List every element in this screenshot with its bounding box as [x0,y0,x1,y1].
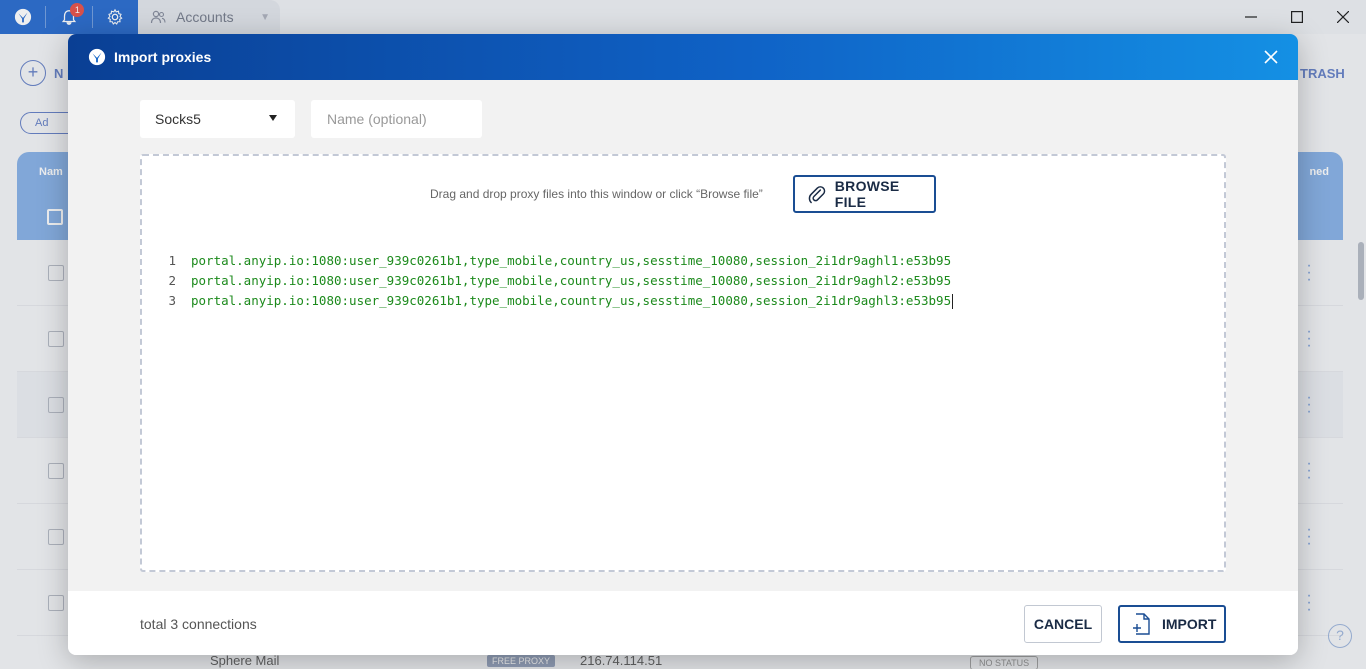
browse-file-label: BROWSE FILE [834,178,900,210]
dropdown-arrow-icon [269,115,277,121]
editor-line: 1 portal.anyip.io:1080:user_939c0261b1,ty… [142,251,1222,271]
line-text: portal.anyip.io:1080:user_939c0261b1,typ… [191,273,952,288]
total-connections-text: total 3 connections [140,616,257,632]
proxy-type-value: Socks5 [155,111,201,127]
browse-file-button[interactable]: BROWSE FILE [793,175,936,213]
file-plus-icon [1133,613,1150,635]
proxy-dropzone[interactable]: Drag and drop proxy files into this wind… [140,154,1226,572]
import-button[interactable]: IMPORT [1118,605,1226,643]
line-number: 1 [168,253,176,268]
import-label: IMPORT [1162,616,1217,632]
drop-hint-text: Drag and drop proxy files into this wind… [430,187,763,201]
proxy-text-editor[interactable]: 1 portal.anyip.io:1080:user_939c0261b1,ty… [142,251,1222,311]
line-text: portal.anyip.io:1080:user_939c0261b1,typ… [191,293,952,308]
app-logo-icon [88,48,106,66]
cancel-button[interactable]: CANCEL [1024,605,1102,643]
import-proxies-dialog: Import proxies Socks5 Drag and drop prox… [68,34,1298,655]
line-number: 2 [168,273,176,288]
dialog-footer: total 3 connections CANCEL IMPORT [68,591,1298,655]
editor-line: 3 portal.anyip.io:1080:user_939c0261b1,ty… [142,291,1222,311]
text-cursor [952,294,954,309]
dialog-title: Import proxies [114,49,212,65]
dialog-header: Import proxies [68,34,1298,80]
editor-line: 2 portal.anyip.io:1080:user_939c0261b1,ty… [142,271,1222,291]
paperclip-icon [808,186,826,204]
proxy-name-input[interactable] [311,100,482,138]
close-icon[interactable] [1262,48,1280,66]
proxy-type-select[interactable]: Socks5 [140,100,295,138]
line-number: 3 [168,293,176,308]
line-text: portal.anyip.io:1080:user_939c0261b1,typ… [191,253,952,268]
